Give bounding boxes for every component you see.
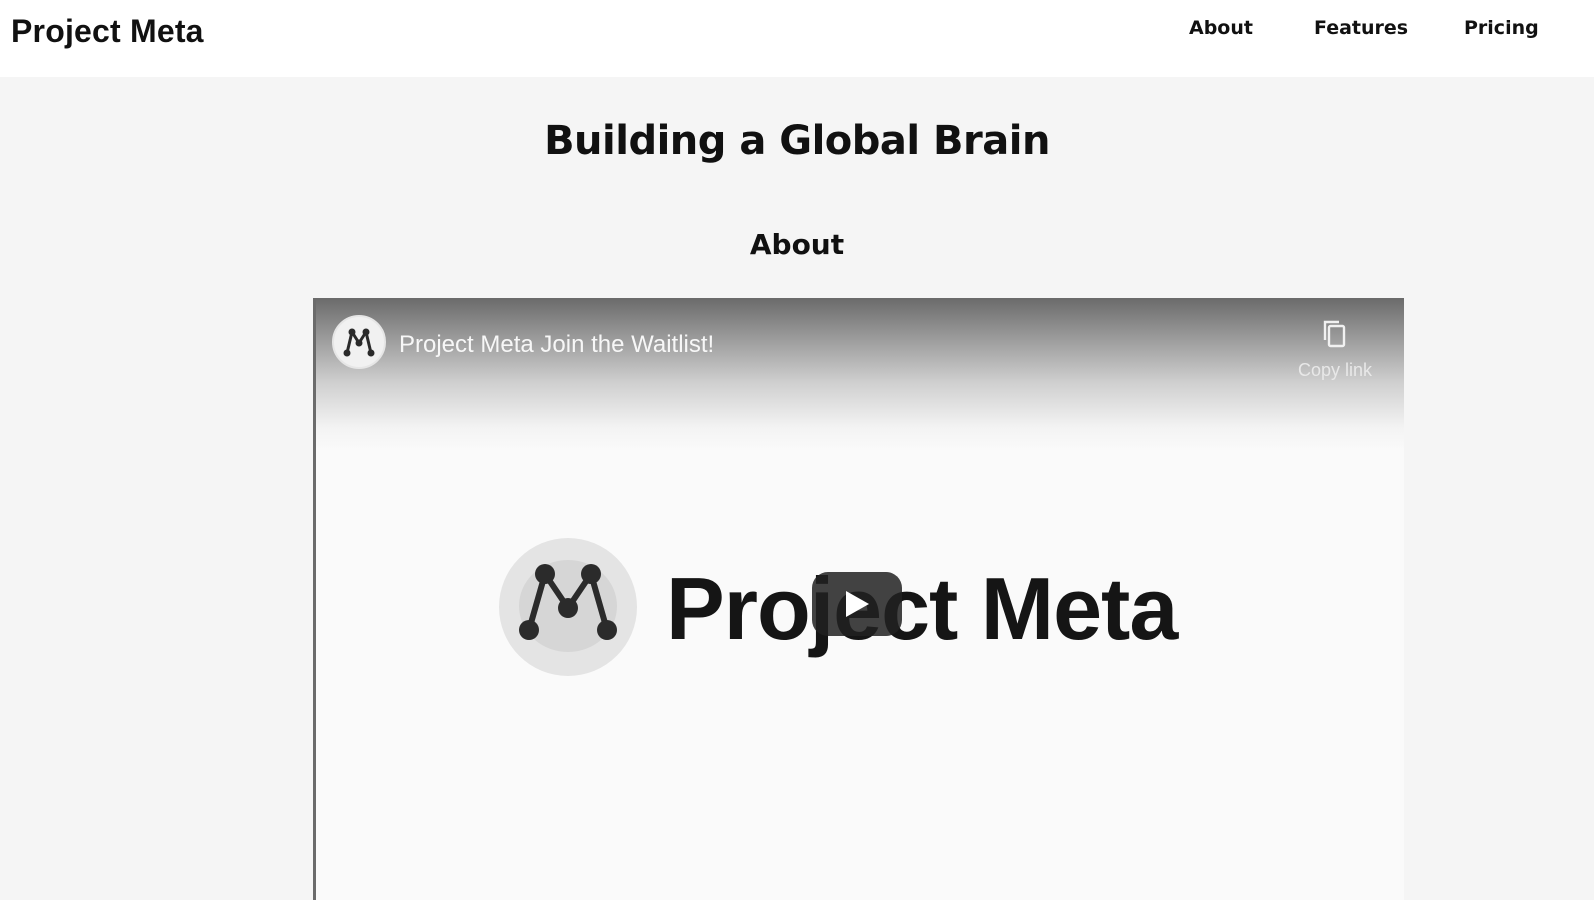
project-meta-logo-icon xyxy=(499,538,637,676)
nav-link-features[interactable]: Features xyxy=(1314,17,1408,39)
video-embed[interactable]: Project Meta Join the Waitlist! Copy lin… xyxy=(313,298,1404,900)
video-top-gradient xyxy=(316,300,1404,450)
thumbnail-title: Project Meta xyxy=(666,559,1178,658)
video-title[interactable]: Project Meta Join the Waitlist! xyxy=(399,331,714,359)
site-header: Project Meta About Features Pricing xyxy=(0,0,1594,77)
play-button[interactable] xyxy=(812,572,902,636)
nav-link-about[interactable]: About xyxy=(1189,17,1253,39)
copy-link-button[interactable]: Copy link xyxy=(1294,318,1376,381)
copy-icon xyxy=(1323,320,1346,348)
about-heading: About xyxy=(749,228,845,261)
play-icon xyxy=(846,591,869,617)
site-brand[interactable]: Project Meta xyxy=(11,13,204,50)
nav-link-pricing[interactable]: Pricing xyxy=(1464,17,1539,39)
page-title: Building a Global Brain xyxy=(544,118,1050,164)
copy-link-label: Copy link xyxy=(1297,360,1373,380)
channel-avatar-icon[interactable] xyxy=(332,315,386,369)
